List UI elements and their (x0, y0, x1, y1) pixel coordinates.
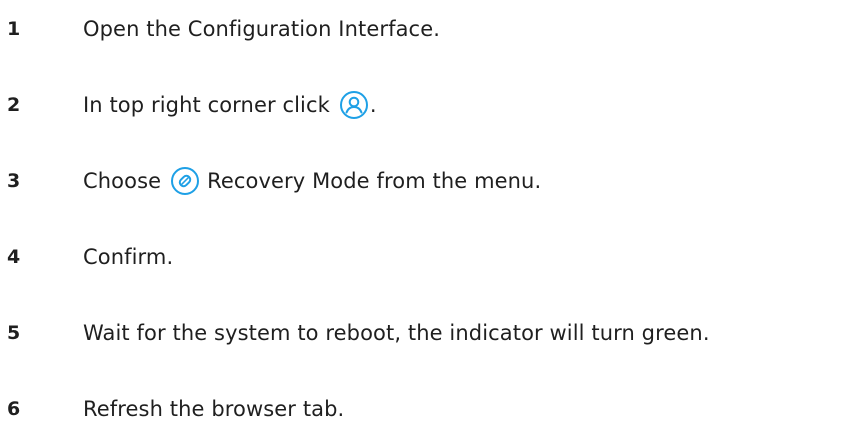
step-text: In top right corner click . (83, 83, 377, 127)
step-2-text-after: . (369, 93, 377, 117)
step-3-text-before: Choose (83, 169, 162, 193)
step-text: Open the Configuration Interface. (83, 7, 440, 51)
step-4-text: Confirm. (83, 245, 174, 269)
step-text: Confirm. (83, 235, 173, 279)
step-text: Wait for the system to reboot, the indic… (83, 311, 710, 355)
step-text: Choose Recovery Mode from the menu. (83, 159, 541, 203)
step-number: 5 (7, 322, 21, 344)
step-3-text-after: Recovery Mode from the menu. (207, 169, 542, 193)
user-profile-icon (338, 89, 370, 121)
step-number: 4 (7, 246, 21, 268)
step-text: Refresh the browser tab. (83, 387, 344, 431)
step-number: 3 (7, 170, 21, 192)
step-1-text: Open the Configuration Interface. (83, 17, 440, 41)
step-number: 2 (7, 94, 21, 116)
recovery-mode-icon (169, 165, 201, 197)
step-5-text: Wait for the system to reboot, the indic… (83, 321, 710, 345)
step-number: 1 (7, 18, 21, 40)
step-number: 6 (7, 398, 21, 420)
step-2-text-before: In top right corner click (83, 93, 330, 117)
instruction-steps: 1 Open the Configuration Interface. 2 In… (0, 0, 851, 447)
step-6-text: Refresh the browser tab. (83, 397, 345, 421)
